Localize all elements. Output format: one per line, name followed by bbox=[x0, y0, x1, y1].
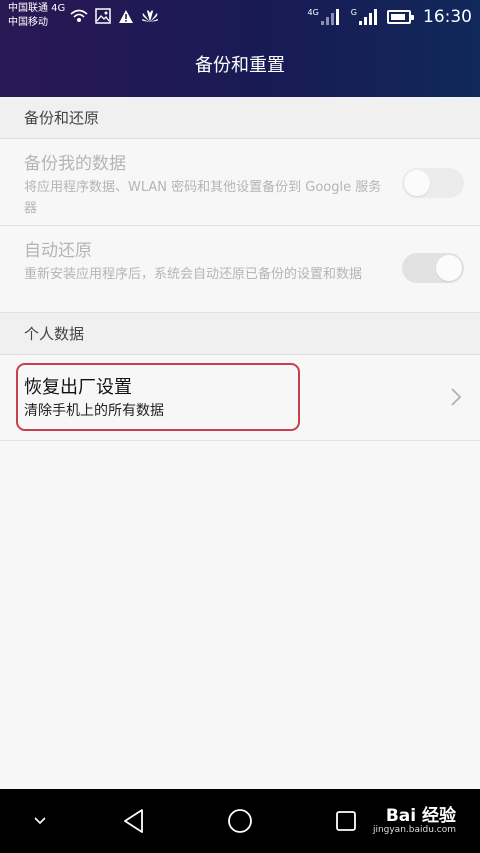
toggle-knob bbox=[436, 255, 462, 281]
network-type-2: G bbox=[350, 7, 357, 17]
setting-title: 备份我的数据 bbox=[24, 154, 126, 174]
setting-title: 自动还原 bbox=[24, 241, 92, 261]
setting-backup-data[interactable]: 备份我的数据 将应用程序数据、WLAN 密码和其他设置备份到 Google 服务… bbox=[0, 139, 480, 226]
toggle-knob bbox=[404, 170, 430, 196]
network-type-1: 4G bbox=[307, 7, 319, 17]
battery-icon bbox=[387, 10, 414, 24]
image-icon bbox=[95, 8, 111, 24]
warning-icon bbox=[119, 9, 133, 23]
chevron-down-icon bbox=[34, 817, 46, 825]
nav-hide-button[interactable] bbox=[24, 789, 56, 853]
recents-square-icon bbox=[336, 811, 356, 831]
auto-restore-toggle[interactable] bbox=[402, 253, 464, 283]
setting-auto-restore[interactable]: 自动还原 重新安装应用程序后，系统会自动还原已备份的设置和数据 bbox=[0, 226, 480, 313]
setting-subtitle: 将应用程序数据、WLAN 密码和其他设置备份到 Google 服务器 bbox=[24, 180, 382, 216]
clock: 16:30 bbox=[423, 7, 472, 27]
status-bar: 中国联通 4G 中国移动 4G G 16:30 bbox=[0, 0, 480, 34]
chevron-right-icon bbox=[451, 388, 462, 406]
setting-factory-reset[interactable]: 恢复出厂设置 清除手机上的所有数据 bbox=[0, 355, 480, 441]
navigation-bar: Bai 经验 jingyan.baidu.com bbox=[0, 789, 480, 853]
signal-icon bbox=[320, 9, 339, 25]
wifi-hotspot-icon bbox=[70, 9, 88, 22]
huawei-logo-icon bbox=[142, 10, 158, 22]
setting-subtitle: 清除手机上的所有数据 bbox=[24, 403, 164, 419]
page-title: 备份和重置 bbox=[195, 55, 285, 76]
app-header: 中国联通 4G 中国移动 4G G 16:30 备份和重置 bbox=[0, 0, 480, 97]
status-icons-left bbox=[70, 8, 159, 24]
section-header-personal-data: 个人数据 bbox=[0, 313, 480, 355]
setting-title: 恢复出厂设置 bbox=[24, 377, 132, 398]
backup-data-toggle[interactable] bbox=[402, 168, 464, 198]
signal-icon bbox=[359, 9, 377, 25]
watermark-sub: jingyan.baidu.com bbox=[372, 825, 456, 835]
status-icons-right: 4G G 16:30 bbox=[308, 0, 473, 34]
setting-subtitle: 重新安装应用程序后，系统会自动还原已备份的设置和数据 bbox=[24, 267, 363, 282]
nav-home-button[interactable] bbox=[218, 789, 262, 853]
back-triangle-icon bbox=[124, 809, 143, 833]
nav-back-button[interactable] bbox=[112, 789, 156, 853]
section-header-backup-restore: 备份和还原 bbox=[0, 97, 480, 139]
carrier-info: 中国联通 4G 中国移动 bbox=[8, 2, 65, 30]
baidu-watermark: Bai 经验 jingyan.baidu.com bbox=[373, 807, 456, 836]
home-circle-icon bbox=[228, 809, 252, 833]
watermark-main: Bai 经验 bbox=[385, 806, 456, 826]
carrier-1: 中国联通 4G bbox=[8, 3, 66, 14]
carrier-2: 中国移动 bbox=[8, 17, 48, 28]
nav-recents-button[interactable] bbox=[326, 789, 366, 853]
